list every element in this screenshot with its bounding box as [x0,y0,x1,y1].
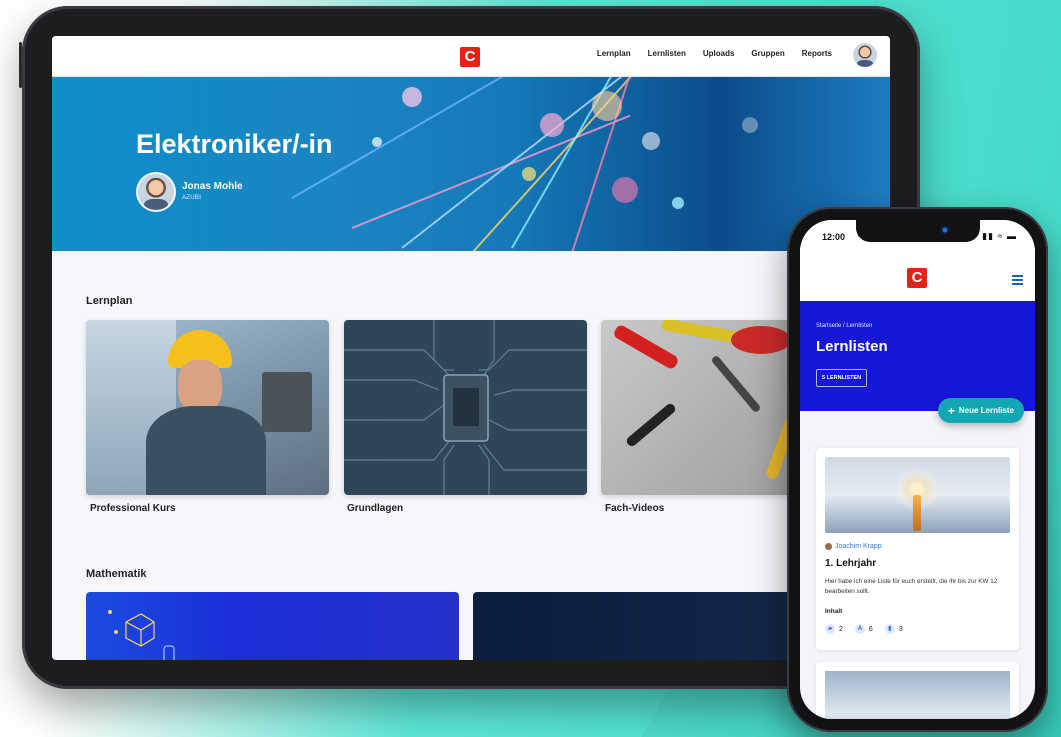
fiber-decoration [471,77,661,251]
course-card-grundlagen[interactable] [344,320,587,495]
geometry-cube-icon [108,610,175,660]
lernlisten-banner: Startseite / Lernlisten Lernlisten 5 LER… [800,301,1035,411]
course-card-label: Grundlagen [347,503,404,514]
phone-notch [856,220,980,242]
bulb-filament-image [913,495,921,531]
list-card[interactable] [816,662,1019,719]
nav-item-gruppen[interactable]: Gruppen [751,49,784,58]
worker-shirt-image [146,406,266,495]
course-card-label: Professional Kurs [90,503,176,514]
profile-role: AZUBI [182,195,202,201]
nav-item-lernplan[interactable]: Lernplan [597,49,631,58]
stat-value: 2 [839,625,843,633]
stat-value: 6 [868,625,873,633]
tool-handle-image [660,320,742,344]
fiber-decoration [351,114,631,229]
nav-item-uploads[interactable]: Uploads [703,49,735,58]
tape-roll-image [731,326,791,354]
tablet-screen: C Lernplan Lernlisten Uploads Gruppen Re… [52,36,890,660]
section-title-lernplan: Lernplan [86,295,133,307]
profile-name: Jonas Mohle [182,181,243,192]
section-title-mathematik: Mathematik [86,568,147,580]
fiber-decoration [511,77,643,249]
stat-charts: ▮ 3 [884,624,903,634]
chart-icon: ▮ [884,624,895,634]
bokeh-decoration [522,167,536,181]
mobile-header: C [800,256,1035,301]
card-author[interactable]: Joachim Krapp [825,543,882,550]
course-card-professional[interactable] [86,320,329,495]
bokeh-decoration [540,113,564,137]
bokeh-decoration [642,132,660,150]
screwdriver-image [624,401,678,449]
worker-face-image [178,360,222,412]
profile-avatar[interactable] [136,172,176,212]
phone-screen: 12:00 ▮▮ ≈ ▬ C Startseite / Lernlisten L… [800,220,1035,719]
status-time: 12:00 [822,232,846,242]
new-list-label: Neue Lernliste [958,406,1014,415]
circuit-board-image [344,320,587,495]
plus-icon: + [947,403,955,418]
author-avatar [825,543,832,550]
stat-courses: ▰ 2 [825,624,843,634]
camera-icon [940,225,950,235]
author-name: Joachim Krapp [835,543,882,550]
wind-turbine-image [825,671,1010,719]
bokeh-decoration [372,137,382,147]
signal-wifi-battery-icon: ▮▮ ≈ ▬ [982,231,1017,241]
course-icon: ▰ [825,624,835,634]
bokeh-decoration [592,91,622,121]
list-card[interactable]: Joachim Krapp 1. Lehrjahr Hier habe ich … [816,448,1019,650]
math-card-geometry[interactable] [86,592,459,660]
page-title: Lernlisten [816,338,888,355]
bokeh-decoration [672,197,684,209]
nav-item-reports[interactable]: Reports [802,49,832,58]
course-card-label: Fach-Videos [605,503,665,514]
brand-logo[interactable]: C [460,47,480,67]
cable-image [710,354,762,414]
hero-title: Elektroniker/-in [136,129,333,159]
user-avatar[interactable] [853,43,877,67]
hamburger-menu-icon[interactable] [1012,275,1023,287]
nav-item-lernlisten[interactable]: Lernlisten [648,49,686,58]
machine-panel-image [262,372,312,432]
stat-value: 3 [898,625,903,633]
brand-logo[interactable]: C [907,268,927,288]
hero-banner: Elektroniker/-in Jonas Mohle AZUBI [52,77,890,251]
card-title: 1. Lehrjahr [825,558,877,569]
phone-device: 12:00 ▮▮ ≈ ▬ C Startseite / Lernlisten L… [787,207,1048,732]
nav-menu: Lernplan Lernlisten Uploads Gruppen Repo… [597,49,832,58]
bokeh-decoration [742,117,758,133]
card-description: Hier habe ich eine Liste für euch erstel… [825,578,998,595]
lightbulb-image [825,457,1010,533]
card-content-label: Inhalt [825,608,843,615]
bokeh-decoration [612,177,638,203]
bokeh-decoration [402,87,422,107]
stat-texts: A6 [854,624,873,634]
tablet-side-button [19,42,22,88]
top-navigation: C Lernplan Lernlisten Uploads Gruppen Re… [52,36,890,77]
card-stats: ▰ 2 A6 ▮ 3 [825,624,903,634]
tablet-device: C Lernplan Lernlisten Uploads Gruppen Re… [19,6,920,689]
new-list-button[interactable]: + Neue Lernliste [937,398,1024,423]
breadcrumb[interactable]: Startseite / Lernlisten [816,323,872,329]
count-badge: 5 LERNLISTEN [816,369,868,387]
text-icon: A [854,624,865,634]
